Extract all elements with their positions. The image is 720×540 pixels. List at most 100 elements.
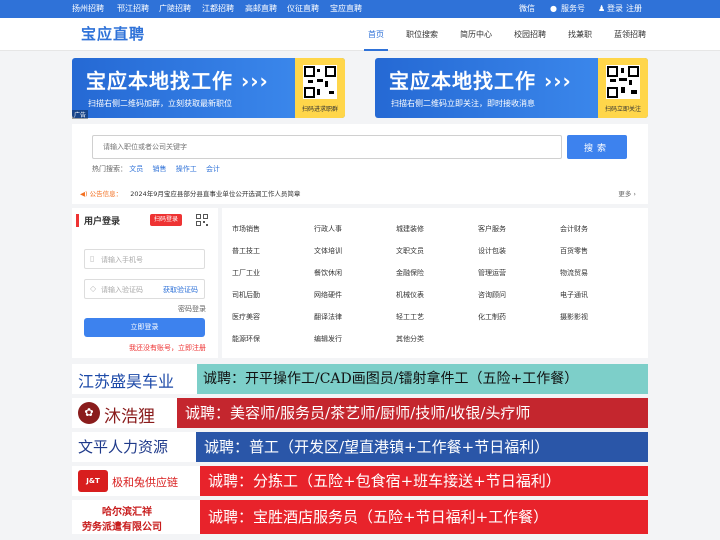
ad-bar: 诚聘：开平操作工/CAD画图员/镭射拿件工（五险+工作餐） [197, 364, 648, 394]
search-button[interactable]: 搜索 [567, 135, 627, 159]
city-link[interactable]: 广陵招聘 [159, 0, 191, 17]
password-login-link[interactable]: 密码登录 [178, 304, 206, 314]
city-link[interactable]: 邗江招聘 [117, 0, 149, 17]
category-link[interactable]: 摄影影视 [560, 312, 588, 322]
city-link[interactable]: 扬州招聘 [72, 0, 104, 17]
nav-job-search[interactable]: 职位搜索 [406, 18, 438, 51]
login-button[interactable]: 立即登录 [84, 318, 205, 337]
brand-logo-icon: J&T [78, 470, 108, 492]
banner-title: 宝应本地找工作 ››› [389, 69, 572, 93]
banner-qr-box: 扫码进求职群 [295, 58, 345, 118]
ad-company-box: J&T 极和兔供应链 [72, 466, 200, 496]
hot-keyword[interactable]: 操作工 [176, 165, 197, 173]
ad-bar: 诚聘：分拣工（五险+包食宿+班车接送+节日福利） [200, 466, 648, 496]
category-link[interactable]: 轻工工艺 [396, 312, 424, 322]
login-link[interactable]: 登录 [607, 0, 623, 17]
code-field[interactable]: ◇ 请输入验证码 获取验证码 [84, 279, 205, 299]
category-link[interactable]: 文体培训 [314, 246, 342, 256]
category-link[interactable]: 司机后勤 [232, 290, 260, 300]
nav-resume[interactable]: 简历中心 [460, 18, 492, 51]
qr-toggle-icon[interactable] [196, 214, 208, 226]
notice-label: 公告信息： [89, 190, 123, 198]
category-link[interactable]: 普工技工 [232, 246, 260, 256]
ad-text: 诚聘：宝胜酒店服务员（五险+节日福利+工作餐） [208, 508, 549, 526]
ad-company-box: 文平人力资源 [72, 432, 196, 462]
get-code-button[interactable]: 获取验证码 [163, 285, 198, 295]
qr-label: 扫码立即关注 [604, 106, 641, 113]
service-account-link[interactable]: 服务号 [561, 0, 585, 17]
category-link[interactable]: 网络硬件 [314, 290, 342, 300]
city-link[interactable]: 江都招聘 [202, 0, 234, 17]
nav-active-indicator [364, 49, 388, 51]
shield-icon: ◇ [90, 284, 97, 293]
category-link[interactable]: 行政人事 [314, 224, 342, 234]
category-link[interactable]: 设计包装 [478, 246, 506, 256]
wechat-link[interactable]: 微信 [519, 0, 535, 17]
category-link[interactable]: 电子通讯 [560, 290, 588, 300]
hot-search-label: 热门搜索： [92, 165, 127, 173]
recruit-ad[interactable]: ✿ 沐浩狸 诚聘：美容师/服务员/茶艺师/厨师/技师/收银/头疗师 [72, 398, 648, 428]
ad-tag: 广告 [72, 110, 89, 119]
hot-keyword[interactable]: 会计 [206, 165, 220, 173]
register-link[interactable]: 我还没有账号，立即注册 [129, 343, 206, 353]
hot-keyword[interactable]: 销售 [152, 165, 166, 173]
city-link[interactable]: 宝应直聘 [330, 0, 362, 17]
banner-qr-box: 扫码立即关注 [598, 58, 648, 118]
category-link[interactable]: 管理运营 [478, 268, 506, 278]
phone-field[interactable]: ▯ 请输入手机号 [84, 249, 205, 269]
ad-bar: 诚聘：美容师/服务员/茶艺师/厨师/技师/收银/头疗师 [177, 398, 648, 428]
nav-parttime[interactable]: 找兼职 [568, 18, 592, 51]
category-link[interactable]: 会计财务 [560, 224, 588, 234]
megaphone-icon: ◀) [80, 190, 88, 198]
recruit-ad[interactable]: J&T 极和兔供应链 诚聘：分拣工（五险+包食宿+班车接送+节日福利） [72, 466, 648, 496]
hot-keyword[interactable]: 文员 [129, 165, 143, 173]
category-link[interactable]: 百货零售 [560, 246, 588, 256]
category-link[interactable]: 文职文员 [396, 246, 424, 256]
wechat-icon: ● [550, 4, 557, 13]
site-logo[interactable]: 宝应直聘 [81, 23, 145, 44]
category-link[interactable]: 机械仪表 [396, 290, 424, 300]
city-link[interactable]: 高邮直聘 [245, 0, 277, 17]
scan-login-button[interactable]: 扫码登录 [150, 214, 182, 226]
city-link[interactable]: 仪征直聘 [287, 0, 319, 17]
category-link[interactable]: 化工制药 [478, 312, 506, 322]
code-placeholder: 请输入验证码 [101, 286, 143, 294]
hot-search: 热门搜索： 文员 销售 操作工 会计 [92, 164, 227, 174]
ad-company-line: 劳务派遣有限公司 [82, 522, 162, 533]
login-panel: 用户登录 扫码登录 ▯ 请输入手机号 ◇ 请输入验证码 获取验证码 密码登录 立… [72, 208, 218, 358]
recruit-ad[interactable]: 哈尔滨汇祥 劳务派遣有限公司 诚聘：宝胜酒店服务员（五险+节日福利+工作餐） [72, 500, 648, 534]
search-panel: 搜索 热门搜索： 文员 销售 操作工 会计 ◀) 公告信息： 2024年9月宝应… [72, 124, 648, 204]
notice-more-link[interactable]: 更多 › [618, 188, 636, 198]
ad-text: 诚聘：普工（开发区/望直港镇+工作餐+节日福利） [204, 438, 550, 456]
category-link[interactable]: 客户服务 [478, 224, 506, 234]
login-title: 用户登录 [76, 214, 120, 227]
category-link[interactable]: 翻译法律 [314, 312, 342, 322]
banner-follow-account[interactable]: 宝应本地找工作 ››› 扫描右侧二维码立即关注，即时接收消息 扫码立即关注 [375, 58, 648, 118]
ad-bar: 诚聘：宝胜酒店服务员（五险+节日福利+工作餐） [200, 500, 648, 534]
category-link[interactable]: 市场销售 [232, 224, 260, 234]
nav-home[interactable]: 首页 [368, 18, 384, 51]
recruit-ad[interactable]: 江苏盛昊车业 诚聘：开平操作工/CAD画图员/镭射拿件工（五险+工作餐） [72, 364, 648, 394]
category-link[interactable]: 工厂工业 [232, 268, 260, 278]
category-link[interactable]: 其他分类 [396, 334, 424, 344]
banner-join-group[interactable]: 宝应本地找工作 ››› 扫描右侧二维码加群，立刻获取最新职位 扫码进求职群 [72, 58, 345, 118]
register-link[interactable]: 注册 [626, 0, 642, 17]
notice-link[interactable]: 2024年9月宝应县部分县直事业单位公开选调工作人员简章 [130, 190, 300, 198]
ad-company-box: 江苏盛昊车业 [72, 364, 197, 394]
recruit-ad[interactable]: 文平人力资源 诚聘：普工（开发区/望直港镇+工作餐+节日福利） [72, 432, 648, 462]
ad-text: 诚聘：开平操作工/CAD画图员/镭射拿件工（五险+工作餐） [203, 371, 579, 387]
category-link[interactable]: 医疗美容 [232, 312, 260, 322]
nav-bluecollar[interactable]: 蓝领招聘 [614, 18, 646, 51]
banner-subtitle: 扫描右侧二维码立即关注，即时接收消息 [391, 99, 535, 108]
ad-company-box: 哈尔滨汇祥 劳务派遣有限公司 [72, 500, 200, 534]
category-link[interactable]: 金融保险 [396, 268, 424, 278]
category-panel: 市场销售 行政人事 城建装修 客户服务 会计财务 普工技工 文体培训 文职文员 … [222, 208, 648, 358]
category-link[interactable]: 物流贸易 [560, 268, 588, 278]
category-link[interactable]: 餐饮休闲 [314, 268, 342, 278]
search-input[interactable] [92, 135, 562, 159]
nav-campus[interactable]: 校园招聘 [514, 18, 546, 51]
category-link[interactable]: 编辑发行 [314, 334, 342, 344]
category-link[interactable]: 能源环保 [232, 334, 260, 344]
category-link[interactable]: 咨询顾问 [478, 290, 506, 300]
category-link[interactable]: 城建装修 [396, 224, 424, 234]
